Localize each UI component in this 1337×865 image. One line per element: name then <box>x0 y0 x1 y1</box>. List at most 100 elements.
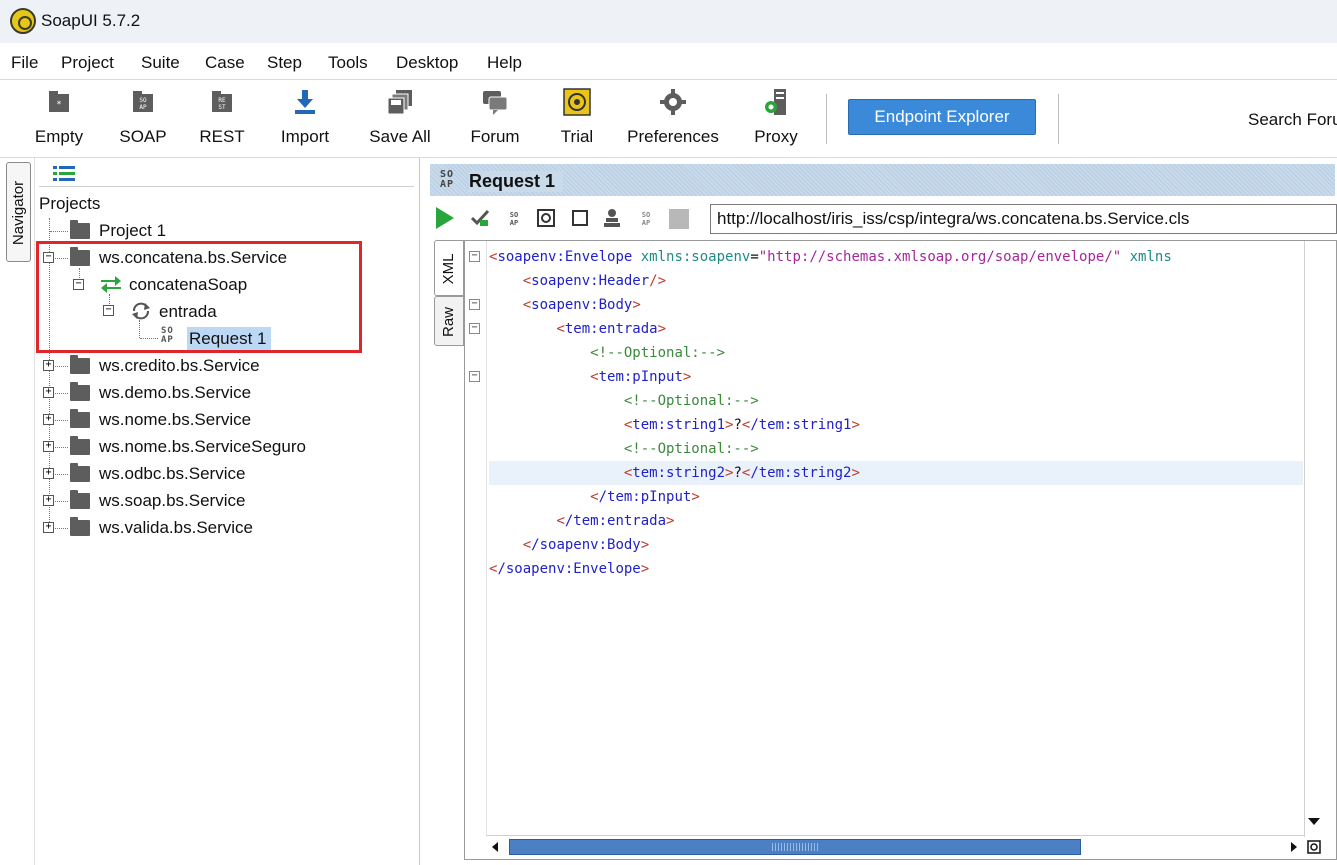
expand-icon[interactable]: + <box>43 387 54 398</box>
menu-help[interactable]: Help <box>487 53 522 73</box>
expand-icon[interactable]: + <box>43 441 54 452</box>
menu-step[interactable]: Step <box>267 53 302 73</box>
scroll-grip <box>772 843 820 851</box>
xml-code[interactable]: <soapenv:Envelope xmlns:soapenv="http://… <box>489 245 1303 835</box>
xml-editor[interactable]: − − − − <soapenv:Envelope xmlns:soapenv=… <box>464 240 1337 860</box>
request-toolbar: SO AP SO AP http://localhost/iris_iss/csp/… <box>428 200 1337 236</box>
xml-line: <!--Optional:--> <box>623 441 759 457</box>
expand-icon[interactable]: + <box>43 468 54 479</box>
tree-project-1[interactable]: Project 1 <box>99 221 166 241</box>
expand-icon[interactable]: + <box>43 360 54 371</box>
request-title: Request 1 <box>469 171 564 192</box>
trial-button[interactable]: Trial <box>548 80 606 158</box>
soap-request-icon: SO AP <box>440 169 455 190</box>
fold-collapse-icon[interactable]: − <box>469 251 480 262</box>
xml-line: </tem:pInput> <box>590 489 700 505</box>
menu-project[interactable]: Project <box>61 53 114 73</box>
svg-text:SO: SO <box>510 211 518 219</box>
toolbar-separator <box>1058 94 1059 144</box>
scroll-left-icon[interactable] <box>492 842 498 852</box>
tree-project-nome[interactable]: ws.nome.bs.Service <box>99 410 251 430</box>
navigator-divider <box>39 186 414 187</box>
folder-icon <box>70 220 90 239</box>
horizontal-scroll-thumb[interactable] <box>509 839 1081 855</box>
user-icon[interactable] <box>602 208 622 228</box>
create-empty-request-icon[interactable] <box>536 208 556 228</box>
rest-project-icon: REST <box>212 91 232 112</box>
menu-file[interactable]: File <box>11 53 38 73</box>
save-all-icon <box>387 90 412 115</box>
svg-text:AP: AP <box>139 104 147 111</box>
expand-icon[interactable]: + <box>43 414 54 425</box>
trial-icon <box>563 88 591 116</box>
tab-xml[interactable]: XML <box>434 240 464 296</box>
tree-project-soap[interactable]: ws.soap.bs.Service <box>99 491 245 511</box>
xml-line: <tem:entrada> <box>556 321 667 337</box>
menu-tools[interactable]: Tools <box>328 53 368 73</box>
folder-icon <box>70 463 90 482</box>
window-title: SoapUI 5.7.2 <box>41 11 141 30</box>
empty-project-icon: * <box>49 91 69 112</box>
tree-line <box>55 393 68 394</box>
svg-text:RE: RE <box>218 97 226 104</box>
folder-icon <box>70 436 90 455</box>
rest-button[interactable]: RE ST REST <box>187 80 257 158</box>
preferences-button[interactable]: Preferences <box>622 80 724 158</box>
svg-text:AP: AP <box>510 219 518 227</box>
xml-line: </soapenv:Body> <box>522 537 650 553</box>
svg-text:SO: SO <box>139 97 147 104</box>
navigator-tab-strip: Navigator <box>0 158 35 865</box>
soap-request-icon[interactable]: SOAP <box>636 208 656 228</box>
expand-icon[interactable]: + <box>43 522 54 533</box>
scroll-right-icon[interactable] <box>1291 842 1297 852</box>
folder-icon <box>70 382 90 401</box>
editor-options-icon[interactable] <box>1307 840 1321 854</box>
xml-line: <tem:string1>?</tem:string1> <box>623 417 860 433</box>
fold-gutter: − − − − <box>465 241 487 837</box>
expand-icon[interactable]: + <box>43 495 54 506</box>
endpoint-url-field[interactable]: http://localhost/iris_iss/csp/integra/ws… <box>710 204 1337 234</box>
tree-project-demo[interactable]: ws.demo.bs.Service <box>99 383 251 403</box>
submit-request-icon[interactable] <box>436 207 454 229</box>
empty-button[interactable]: * Empty <box>22 80 96 158</box>
tree-project-valida[interactable]: ws.valida.bs.Service <box>99 518 253 538</box>
tree-project-nome-seguro[interactable]: ws.nome.bs.ServiceSeguro <box>99 437 306 457</box>
import-button[interactable]: Import <box>266 80 344 158</box>
stop-icon[interactable] <box>669 209 689 229</box>
tree-line <box>55 501 68 502</box>
tab-raw[interactable]: Raw <box>434 296 464 346</box>
endpoint-explorer-button[interactable]: Endpoint Explorer <box>848 99 1036 135</box>
tree-project-odbc[interactable]: ws.odbc.bs.Service <box>99 464 245 484</box>
folder-icon <box>70 490 90 509</box>
horizontal-scrollbar[interactable] <box>487 835 1304 857</box>
xml-line: <tem:string2>?</tem:string2> <box>623 465 860 481</box>
tree-line <box>55 447 68 448</box>
soapui-logo-icon <box>10 8 36 34</box>
save-all-button[interactable]: Save All <box>362 80 438 158</box>
tree-project-credito[interactable]: ws.credito.bs.Service <box>99 356 260 376</box>
tree-line <box>55 474 68 475</box>
menu-case[interactable]: Case <box>205 53 245 73</box>
search-forum-label[interactable]: Search Foru <box>1248 110 1337 130</box>
fold-collapse-icon[interactable]: − <box>469 371 480 382</box>
projects-root-label[interactable]: Projects <box>39 194 100 214</box>
add-assertion-icon[interactable] <box>470 208 490 228</box>
highlight-box <box>36 241 362 353</box>
fold-collapse-icon[interactable]: − <box>469 323 480 334</box>
tree-line <box>55 528 68 529</box>
forum-icon <box>483 91 508 115</box>
forum-button[interactable]: Forum <box>460 80 530 158</box>
menu-desktop[interactable]: Desktop <box>396 53 458 73</box>
request-editor: SO AP Request 1 SO AP SO AP http://localhos… <box>428 158 1337 865</box>
navigator-tab[interactable]: Navigator <box>6 162 31 262</box>
fold-collapse-icon[interactable]: − <box>469 299 480 310</box>
clone-request-icon[interactable] <box>570 208 590 228</box>
soap-button[interactable]: SO AP SOAP <box>108 80 178 158</box>
soap-request-icon[interactable]: SOAP <box>504 208 524 228</box>
scroll-down-icon[interactable] <box>1308 818 1320 825</box>
tree-view-icon[interactable] <box>53 165 75 181</box>
soap-project-icon: SOAP <box>133 91 153 112</box>
menu-suite[interactable]: Suite <box>141 53 180 73</box>
proxy-button[interactable]: Proxy <box>744 80 808 158</box>
vertical-scrollbar[interactable] <box>1304 241 1324 837</box>
